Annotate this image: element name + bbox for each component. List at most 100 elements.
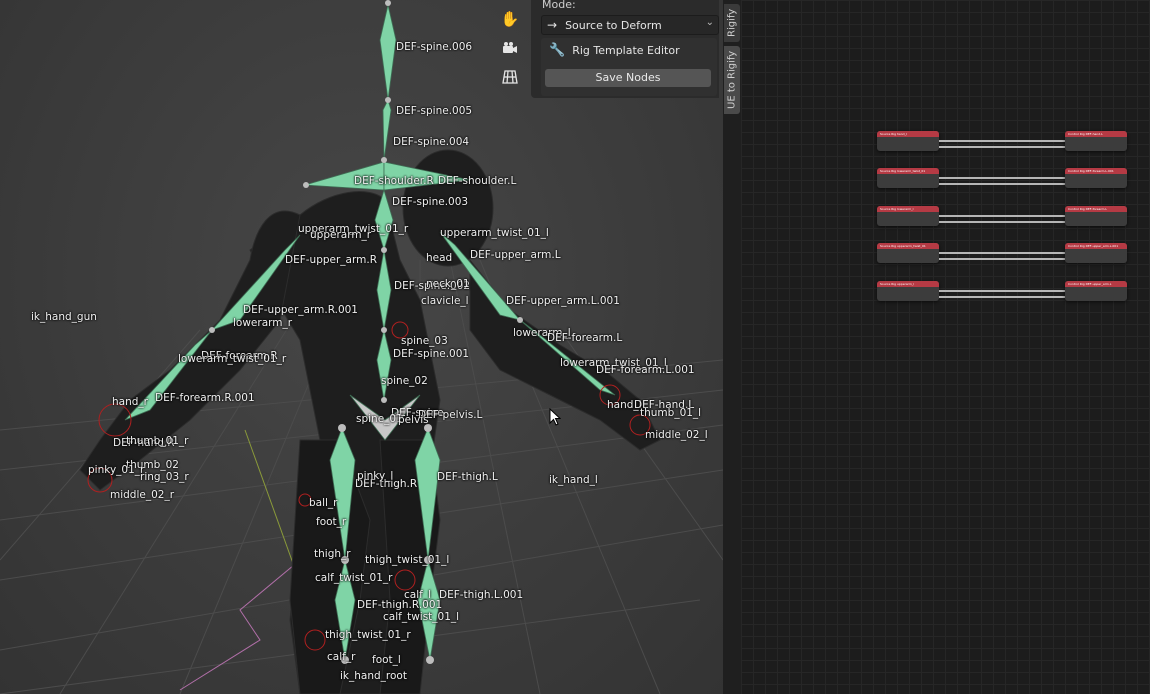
camera-icon[interactable] (497, 35, 523, 61)
bone-label: DEF-upper_arm.R (285, 254, 377, 266)
bone-label: DEF-forearm.L.001 (596, 364, 695, 376)
bone-label: DEF-shoulder.L (438, 175, 517, 187)
bone-label: lowerarm_twist_01_r (178, 353, 287, 365)
node-header: Control Rig DEF-forearm.L.001 (1065, 168, 1127, 174)
bone-label: thumb_01_l (640, 407, 702, 419)
node-link (939, 252, 1065, 254)
floor-grid (0, 0, 723, 694)
node-header: Control Rig DEF-hand.L (1065, 131, 1127, 137)
node-link (939, 296, 1065, 298)
source-node[interactable]: Source Rig lowerarm_l (877, 206, 939, 226)
node-link (939, 146, 1065, 148)
sidebar-tabs: Rigify UE to Rigify (723, 0, 741, 694)
bone-label: ik_hand_gun (31, 311, 97, 323)
bone-label: DEF-upper_arm.L (470, 249, 561, 261)
target-node[interactable]: Control Rig DEF-forearm.L (1065, 206, 1127, 226)
mode-label: Mode: (542, 0, 576, 11)
bone-label: ring_03_r (140, 471, 189, 483)
bone-label: thigh_r (314, 548, 351, 560)
sidebar-panel: Mode: → Source to Deform ⌄ 🔧 Rig Templat… (531, 0, 719, 98)
rig-template-editor-header[interactable]: 🔧 Rig Template Editor (549, 43, 680, 58)
bone-label: pinky_01_r (88, 464, 145, 476)
bone-label: DEF-shoulder.R (354, 175, 434, 187)
bone-label: DEF-spine.003 (392, 196, 469, 208)
node-link (939, 215, 1065, 217)
grid-icon[interactable] (497, 64, 523, 90)
bone-label: upperarm_twist_01_l (440, 227, 549, 239)
bone-label: upperarm_r (310, 229, 372, 241)
bone-label: calf_twist_01_l (383, 611, 460, 623)
rig-template-panel: 🔧 Rig Template Editor Save Nodes (541, 38, 717, 96)
bone-label: head (426, 252, 453, 264)
wrench-icon: 🔧 (549, 43, 566, 58)
bone-label: neck_01 (426, 278, 470, 290)
bone-label: hand_r (112, 396, 148, 408)
source-node[interactable]: Source Rig hand_l (877, 131, 939, 151)
bone-label: calf_twist_01_r (315, 572, 393, 584)
bone-label: DEF-upper_arm.R.001 (243, 304, 358, 316)
source-node[interactable]: Source Rig upperarm_l (877, 281, 939, 301)
bone-label: ik_hand_root (340, 670, 407, 682)
mode-value: Source to Deform (565, 18, 662, 32)
bone-label: middle_02_r (110, 489, 175, 501)
bone-label: DEF-spine.004 (393, 136, 470, 148)
tab-ue-to-rigify[interactable]: UE to Rigify (724, 46, 740, 114)
node-link (939, 258, 1065, 260)
target-node[interactable]: Control Rig DEF-hand.L (1065, 131, 1127, 151)
node-editor[interactable]: Source Rig hand_l Control Rig DEF-hand.L… (741, 0, 1150, 694)
bone-label: DEF-thigh.R.001 (357, 599, 443, 611)
node-header: Source Rig upperarm_l (877, 281, 939, 287)
node-header: Control Rig DEF-upper_arm.L (1065, 281, 1127, 287)
bone-label: thigh_twist_01_r (325, 629, 411, 641)
bone-label: DEF-spine.001 (393, 348, 470, 360)
source-node[interactable]: Source Rig lowerarm_twist_01 (877, 168, 939, 188)
node-header: Control Rig DEF-forearm.L (1065, 206, 1127, 212)
bone-label: thigh_twist_01_l (365, 554, 450, 566)
mouse-cursor-icon (549, 408, 561, 426)
node-link (939, 140, 1065, 142)
node-header: Control Rig DEF-upper_arm.L.001 (1065, 243, 1127, 249)
bone-label: ball_r (309, 497, 338, 509)
arrow-right-icon: → (547, 18, 558, 32)
bone-label: lowerarm_r (233, 317, 293, 329)
hand-icon[interactable]: ✋ (497, 6, 523, 32)
bone-label: DEF-spine.005 (396, 105, 473, 117)
bone-label: spine_03 (401, 335, 448, 347)
tab-rigify[interactable]: Rigify (724, 4, 740, 42)
mode-dropdown[interactable]: → Source to Deform ⌄ (541, 15, 719, 35)
navigation-gizmo: ✋ (497, 6, 523, 93)
node-link (939, 221, 1065, 223)
node-header: Source Rig upperarm_twist_01 (877, 243, 939, 249)
bone-label: DEF-forearm.R.001 (155, 392, 255, 404)
bone-label: DEF-thigh.L.001 (439, 589, 524, 601)
target-node[interactable]: Control Rig DEF-upper_arm.L (1065, 281, 1127, 301)
node-link (939, 177, 1065, 179)
target-node[interactable]: Control Rig DEF-upper_arm.L.001 (1065, 243, 1127, 263)
bone-label: middle_02_l (645, 429, 708, 441)
bone-label: calf_r (327, 651, 356, 663)
bone-label: foot_r (316, 516, 347, 528)
node-header: Source Rig lowerarm_l (877, 206, 939, 212)
node-header: Source Rig lowerarm_twist_01 (877, 168, 939, 174)
bone-label: ik_hand_l (549, 474, 598, 486)
bone-label: clavicle_l (421, 295, 469, 307)
rig-template-editor-label: Rig Template Editor (572, 44, 680, 57)
bone-label: pinky_l (357, 470, 394, 482)
bone-label: spine_01 (356, 413, 403, 425)
bone-label: pelvis (398, 414, 429, 426)
target-node[interactable]: Control Rig DEF-forearm.L.001 (1065, 168, 1127, 188)
bone-label: DEF-upper_arm.L.001 (506, 295, 620, 307)
node-link (939, 290, 1065, 292)
source-node[interactable]: Source Rig upperarm_twist_01 (877, 243, 939, 263)
3d-viewport[interactable]: DEF-spine.006 DEF-spine.005 DEF-spine.00… (0, 0, 723, 694)
save-nodes-button[interactable]: Save Nodes (545, 69, 711, 87)
bone-label: spine_02 (381, 375, 428, 387)
chevron-down-icon: ⌄ (705, 17, 714, 28)
bone-label: DEF-forearm.L (547, 332, 623, 344)
node-link (939, 183, 1065, 185)
bone-label: DEF-thigh.L (437, 471, 498, 483)
bone-label: foot_l (372, 654, 401, 666)
bone-label: DEF-spine.006 (396, 41, 473, 53)
node-header: Source Rig hand_l (877, 131, 939, 137)
bone-label: thumb_01_r (126, 435, 189, 447)
